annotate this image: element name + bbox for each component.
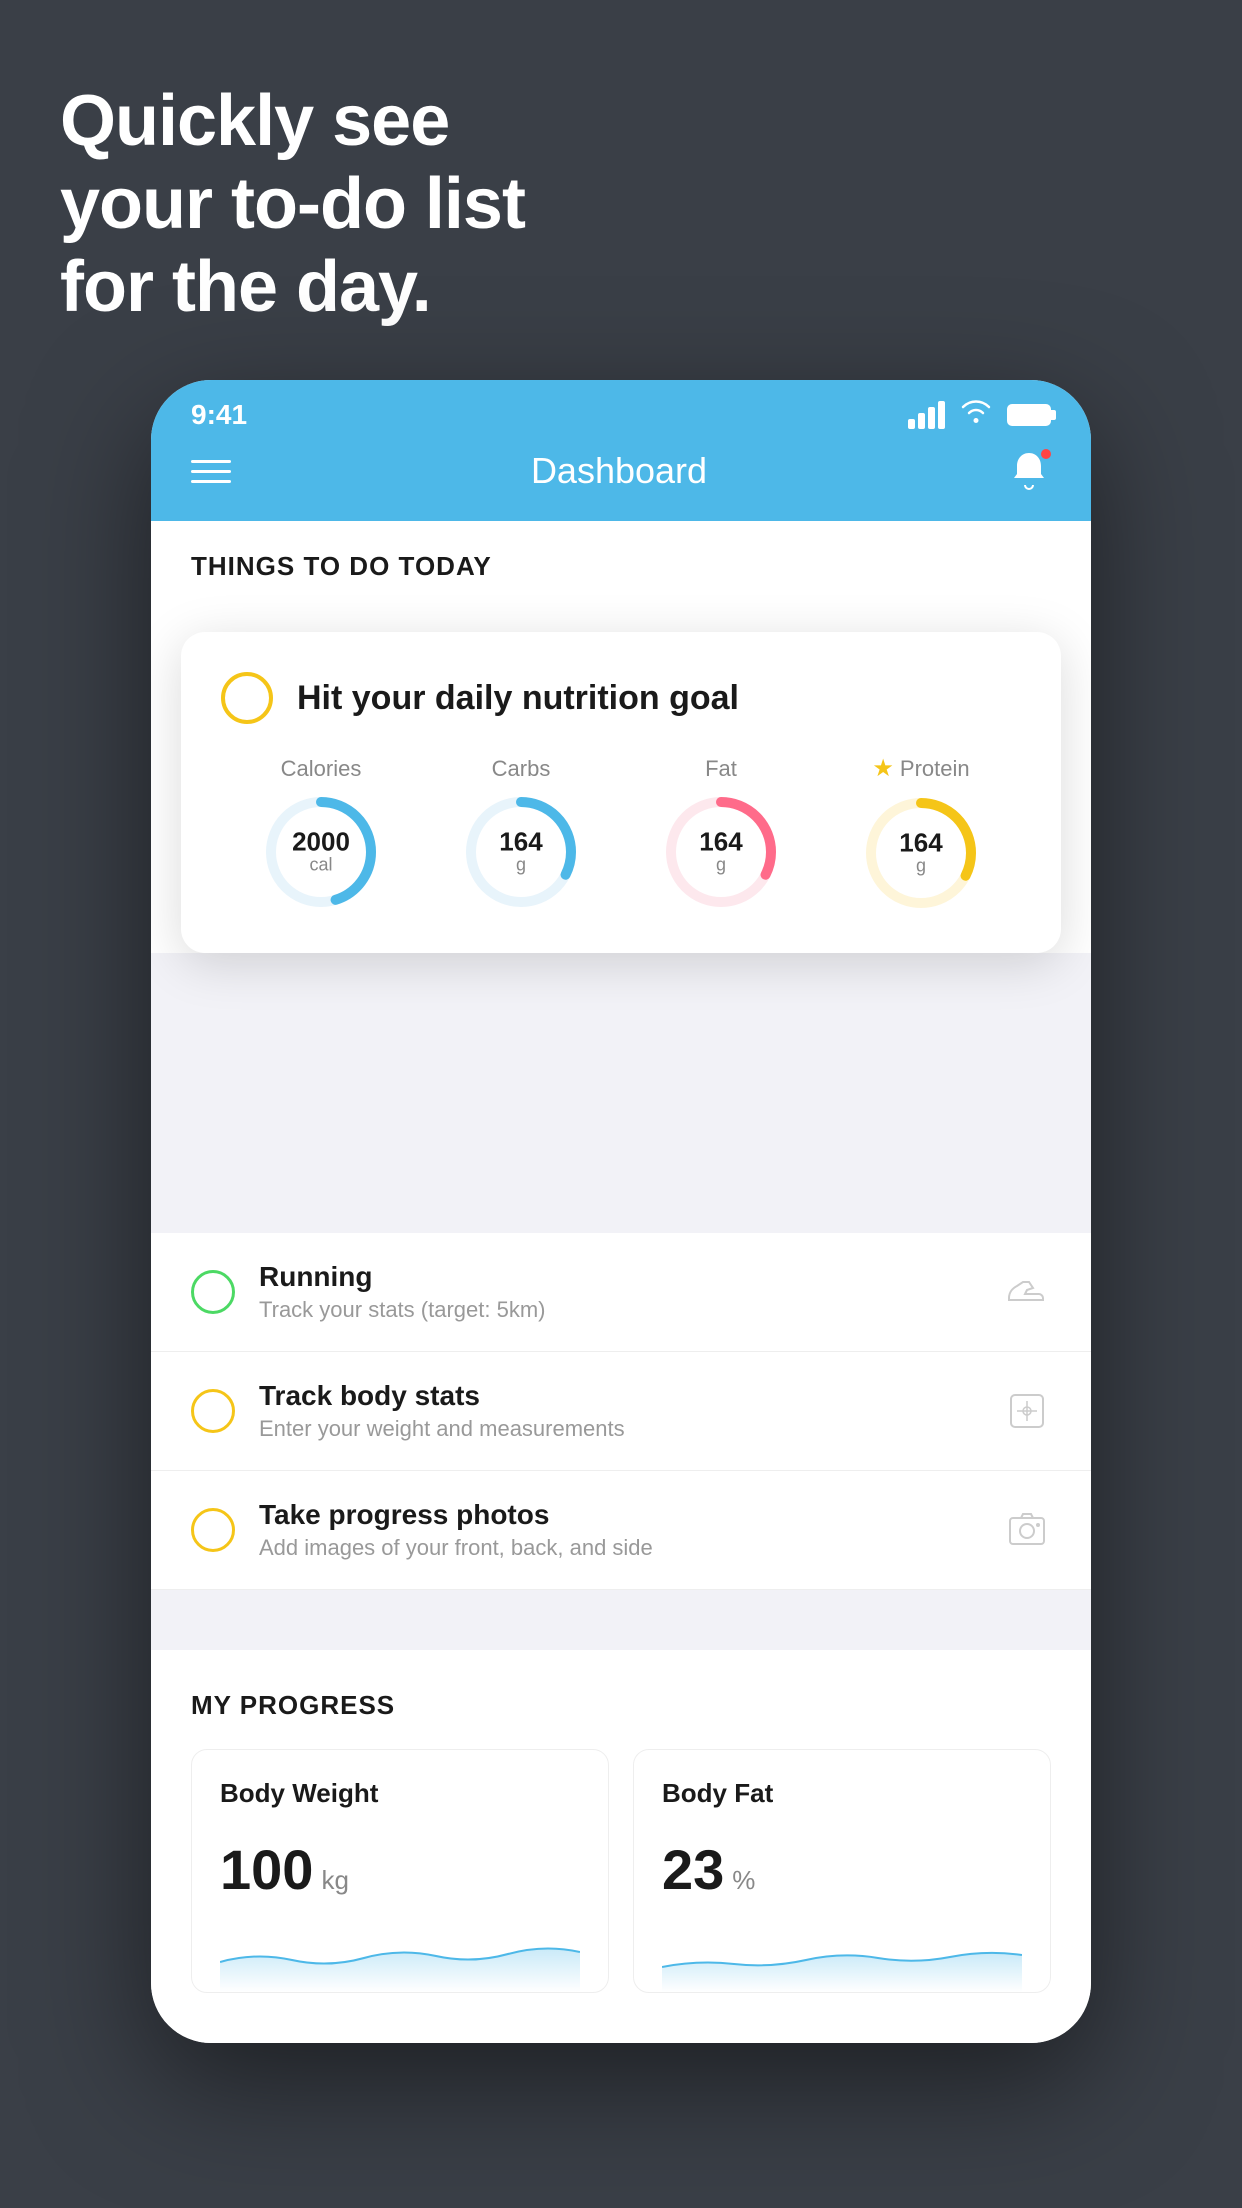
calories-value: 2000 cal [292,828,350,875]
body-weight-card: Body Weight 100 kg [191,1749,609,1993]
body-fat-unit: % [732,1865,755,1896]
todo-sub-running: Track your stats (target: 5km) [259,1297,979,1323]
todo-item-photos[interactable]: Take progress photos Add images of your … [151,1471,1091,1590]
nutrition-card: Hit your daily nutrition goal Calories [181,632,1061,953]
body-weight-unit: kg [321,1865,348,1896]
carbs-label: Carbs [461,756,581,782]
running-shoe-icon [1003,1268,1051,1316]
nav-bar: Dashboard [151,439,1091,521]
fat-value: 164 g [699,828,742,875]
hero-text: Quickly see your to-do list for the day. [60,80,525,328]
protein-star-icon: ★ [872,754,894,783]
status-bar: 9:41 [151,380,1091,439]
phone-frame: 9:41 [151,380,1091,2043]
body-weight-number: 100 [220,1837,313,1902]
scale-icon [1003,1387,1051,1435]
things-section: THINGS TO DO TODAY [151,521,1091,582]
signal-icon [908,401,945,429]
carbs-stat: Carbs 164 g [461,756,581,912]
protein-label: ★ Protein [861,754,981,783]
body-fat-chart [662,1922,1022,1992]
todo-item-body-stats[interactable]: Track body stats Enter your weight and m… [151,1352,1091,1471]
nutrition-stats: Calories 2000 cal [221,754,1021,913]
carbs-donut: 164 g [461,792,581,912]
body-weight-value: 100 kg [220,1837,580,1902]
todo-title-photos: Take progress photos [259,1499,979,1531]
progress-section: MY PROGRESS Body Weight 100 kg [151,1650,1091,1993]
things-title: THINGS TO DO TODAY [191,551,1051,582]
progress-title: MY PROGRESS [191,1690,1051,1721]
todo-item-running[interactable]: Running Track your stats (target: 5km) [151,1233,1091,1352]
hamburger-menu[interactable] [191,460,231,483]
notification-dot [1039,447,1053,461]
todo-sub-body-stats: Enter your weight and measurements [259,1416,979,1442]
body-fat-card: Body Fat 23 % [633,1749,1051,1993]
nutrition-area: Hit your daily nutrition goal Calories [151,582,1091,953]
battery-icon [1007,404,1051,426]
todo-circle-body-stats [191,1389,235,1433]
protein-stat: ★ Protein 164 g [861,754,981,913]
todo-info-photos: Take progress photos Add images of your … [259,1499,979,1561]
fat-stat: Fat 164 g [661,756,781,912]
status-icons [908,398,1051,431]
todo-title-running: Running [259,1261,979,1293]
nutrition-check-circle[interactable] [221,672,273,724]
body-fat-number: 23 [662,1837,724,1902]
todo-info-running: Running Track your stats (target: 5km) [259,1261,979,1323]
wifi-icon [959,398,993,431]
todo-title-body-stats: Track body stats [259,1380,979,1412]
todo-sub-photos: Add images of your front, back, and side [259,1535,979,1561]
todo-circle-running [191,1270,235,1314]
calories-label: Calories [261,756,381,782]
body-weight-chart [220,1922,580,1992]
todo-info-body-stats: Track body stats Enter your weight and m… [259,1380,979,1442]
protein-donut: 164 g [861,793,981,913]
photo-icon [1003,1506,1051,1554]
todo-circle-photos [191,1508,235,1552]
body-fat-value: 23 % [662,1837,1022,1902]
body-fat-title: Body Fat [662,1778,1022,1809]
nav-title: Dashboard [531,450,707,492]
progress-cards: Body Weight 100 kg [191,1749,1051,1993]
carbs-value: 164 g [499,828,542,875]
body-weight-title: Body Weight [220,1778,580,1809]
phone-wrapper: 9:41 [151,380,1091,2043]
notification-bell[interactable] [1007,449,1051,493]
nutrition-card-header: Hit your daily nutrition goal [221,672,1021,724]
protein-value: 164 g [899,830,942,877]
todo-list: Running Track your stats (target: 5km) T… [151,1233,1091,1590]
fat-label: Fat [661,756,781,782]
time-display: 9:41 [191,399,247,431]
calories-stat: Calories 2000 cal [261,756,381,912]
fat-donut: 164 g [661,792,781,912]
calories-donut: 2000 cal [261,792,381,912]
nutrition-title: Hit your daily nutrition goal [297,679,739,718]
